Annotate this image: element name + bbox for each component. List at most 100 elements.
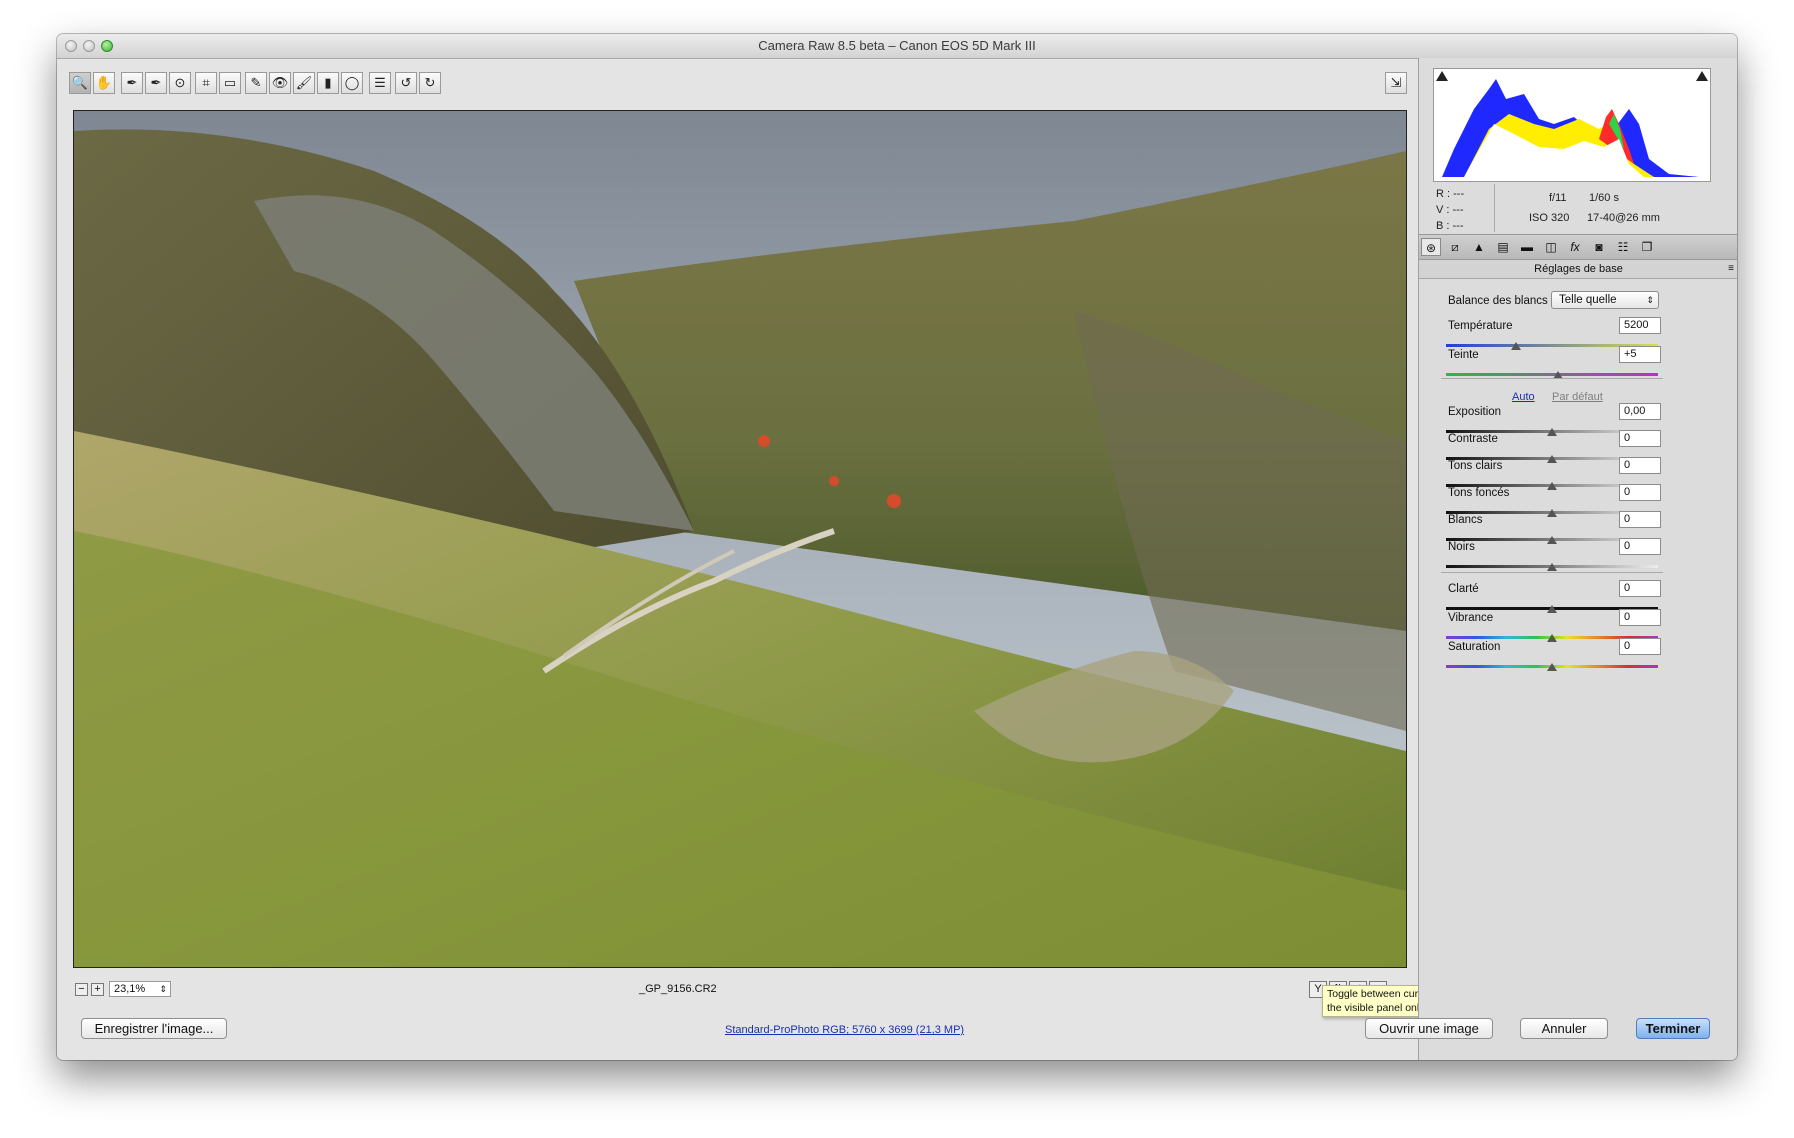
done-button[interactable]: Terminer xyxy=(1636,1018,1710,1039)
detail-icon: ▲ xyxy=(1473,240,1485,254)
slider-track-sliders_top-1[interactable] xyxy=(1446,373,1658,376)
fullscreen-toggle-button[interactable]: ⇲ xyxy=(1385,72,1407,94)
slider-value-field-sliders_tone-5[interactable]: 0 xyxy=(1619,538,1661,555)
shadow-clipping-warning-icon[interactable] xyxy=(1436,71,1448,81)
window-title: Camera Raw 8.5 beta – Canon EOS 5D Mark … xyxy=(758,38,1036,53)
targeted-adjustment-tool-button[interactable]: ⊙ xyxy=(169,72,191,94)
slider-thumb-sliders_tone-4[interactable] xyxy=(1547,536,1557,544)
graduated-filter-tool-button[interactable]: ▮ xyxy=(317,72,339,94)
zoom-out-button[interactable]: − xyxy=(75,983,88,996)
slider-thumb-sliders_tone-5[interactable] xyxy=(1547,563,1557,571)
tab-presets[interactable]: ☷ xyxy=(1613,238,1633,256)
zoom-in-button[interactable]: + xyxy=(91,983,104,996)
tab-effects[interactable]: fx xyxy=(1565,238,1585,256)
tab-camera-calibration[interactable]: ◙ xyxy=(1589,238,1609,256)
slider-value-field-sliders_presence-2[interactable]: 0 xyxy=(1619,638,1661,655)
slider-label-sliders_presence-2: Saturation xyxy=(1448,641,1501,653)
red-eye-tool-button[interactable]: 👁 xyxy=(269,72,291,94)
zoom-tool-button[interactable]: 🔍 xyxy=(69,72,91,94)
crop-tool-button[interactable]: ⌗ xyxy=(195,72,217,94)
slider-label-sliders_tone-1: Contraste xyxy=(1448,433,1498,445)
presets-icon: ☷ xyxy=(1617,240,1629,254)
tab-lens[interactable]: ◫ xyxy=(1541,238,1561,256)
before-after-view-icon: Y xyxy=(1314,983,1322,995)
slider-thumb-sliders_tone-0[interactable] xyxy=(1547,428,1557,436)
tab-hsl[interactable]: ▤ xyxy=(1493,238,1513,256)
preview-status-bar: − + 23,1% ⇕ _GP_9156.CR2 Y⇅⇄≡ xyxy=(69,978,1469,1000)
histogram-graph xyxy=(1442,79,1699,177)
slider-thumb-sliders_top-0[interactable] xyxy=(1510,342,1521,350)
white-balance-label: Balance des blancs : xyxy=(1448,295,1555,307)
tab-split-toning[interactable]: ▬ xyxy=(1517,238,1537,256)
save-image-button[interactable]: Enregistrer l'image... xyxy=(81,1018,227,1039)
readout-r: R : --- xyxy=(1436,188,1465,200)
slider-value-field-sliders_tone-3[interactable]: 0 xyxy=(1619,484,1661,501)
slider-thumb-sliders_tone-3[interactable] xyxy=(1547,509,1557,517)
slider-thumb-sliders_presence-1[interactable] xyxy=(1547,634,1557,642)
adjustments-panel: R : --- V : --- B : --- f/11 1/60 s ISO … xyxy=(1418,58,1737,1060)
slider-value-field-sliders_tone-2[interactable]: 0 xyxy=(1619,457,1661,474)
adjustment-brush-icon: 🖌 xyxy=(295,75,313,90)
tab-detail[interactable]: ▲ xyxy=(1469,238,1489,256)
slider-label-sliders_top-1: Teinte xyxy=(1448,349,1479,361)
white-balance-icon: ✒ xyxy=(126,75,138,90)
workflow-options-link[interactable]: Standard-ProPhoto RGB; 5760 x 3699 (21,3… xyxy=(725,1024,964,1036)
preferences-tool-button[interactable]: ☰ xyxy=(369,72,391,94)
tab-basic[interactable]: ⊛ xyxy=(1421,238,1441,256)
camera-icon: ◙ xyxy=(1595,240,1603,254)
slider-value-field-sliders_presence-0[interactable]: 0 xyxy=(1619,580,1661,597)
slider-label-sliders_tone-5: Noirs xyxy=(1448,541,1475,553)
crop-icon: ⌗ xyxy=(202,75,210,90)
slider-value-field-sliders_presence-1[interactable]: 0 xyxy=(1619,609,1661,626)
slider-value-field-sliders_top-0[interactable]: 5200 xyxy=(1619,317,1661,334)
slider-thumb-sliders_tone-2[interactable] xyxy=(1547,482,1557,490)
panel-menu-icon[interactable]: ≡ xyxy=(1728,260,1734,278)
zoom-window-button[interactable] xyxy=(101,40,113,52)
snapshots-icon: ❐ xyxy=(1641,240,1653,254)
minimize-window-button[interactable] xyxy=(83,40,95,52)
adjustment-brush-tool-button[interactable]: 🖌 xyxy=(293,72,315,94)
white-balance-tool-button[interactable]: ✒ xyxy=(121,72,143,94)
zoom-level-select[interactable]: 23,1% ⇕ xyxy=(109,981,171,997)
histogram xyxy=(1433,68,1711,182)
default-link[interactable]: Par défaut xyxy=(1552,391,1603,403)
rotate-left-tool-button[interactable]: ↺ xyxy=(395,72,417,94)
slider-value-field-sliders_tone-1[interactable]: 0 xyxy=(1619,430,1661,447)
panel-separator xyxy=(1441,378,1663,379)
hand-tool-button[interactable]: ✋ xyxy=(93,72,115,94)
radial-filter-tool-button[interactable]: ◯ xyxy=(341,72,363,94)
close-window-button[interactable] xyxy=(65,40,77,52)
spot-removal-tool-button[interactable]: ✎ xyxy=(245,72,267,94)
slider-value-field-sliders_top-1[interactable]: +5 xyxy=(1619,346,1661,363)
highlight-clipping-warning-icon[interactable] xyxy=(1696,71,1708,81)
title-bar: Camera Raw 8.5 beta – Canon EOS 5D Mark … xyxy=(57,34,1737,59)
color-sampler-tool-button[interactable]: ✒ xyxy=(145,72,167,94)
straighten-tool-button[interactable]: ▭ xyxy=(219,72,241,94)
slider-label-sliders_tone-2: Tons clairs xyxy=(1448,460,1503,472)
slider-thumb-sliders_tone-1[interactable] xyxy=(1547,455,1557,463)
image-preview[interactable] xyxy=(73,110,1407,968)
chevron-updown-icon: ⇕ xyxy=(159,984,167,994)
iso-value: ISO 320 xyxy=(1529,212,1570,224)
rotate-right-tool-button[interactable]: ↻ xyxy=(419,72,441,94)
cancel-button[interactable]: Annuler xyxy=(1520,1018,1608,1039)
white-balance-select[interactable]: Telle quelle ⇕ xyxy=(1551,291,1659,309)
targeted-adjustment-icon: ⊙ xyxy=(174,75,186,90)
readout-b: B : --- xyxy=(1436,220,1464,232)
open-image-button[interactable]: Ouvrir une image xyxy=(1365,1018,1493,1039)
zoom-level-value: 23,1% xyxy=(114,983,146,995)
photo-preview xyxy=(74,111,1406,967)
split-toning-icon: ▬ xyxy=(1521,240,1533,254)
readout-v: V : --- xyxy=(1436,204,1464,216)
auto-link[interactable]: Auto xyxy=(1512,391,1535,403)
panel-separator xyxy=(1441,572,1663,573)
slider-thumb-sliders_presence-2[interactable] xyxy=(1547,663,1557,671)
tab-tone-curve[interactable]: ⧄ xyxy=(1445,238,1465,256)
straighten-icon: ▭ xyxy=(223,75,237,90)
radial-filter-icon: ◯ xyxy=(344,75,360,90)
slider-value-field-sliders_tone-0[interactable]: 0,00 xyxy=(1619,403,1661,420)
fullscreen-icon: ⇲ xyxy=(1390,75,1402,90)
slider-thumb-sliders_presence-0[interactable] xyxy=(1547,605,1557,613)
tab-snapshots[interactable]: ❐ xyxy=(1637,238,1657,256)
slider-value-field-sliders_tone-4[interactable]: 0 xyxy=(1619,511,1661,528)
